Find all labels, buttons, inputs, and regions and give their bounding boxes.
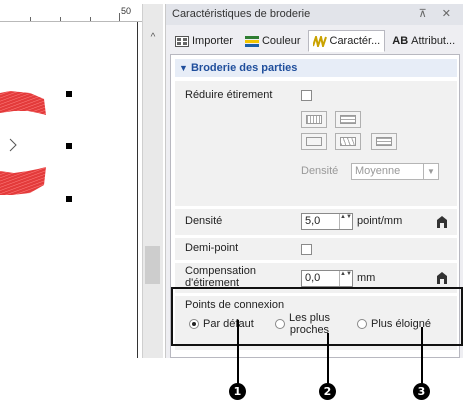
- section-header[interactable]: ▼ Broderie des parties: [175, 59, 457, 77]
- scroll-thumb[interactable]: [145, 246, 160, 284]
- panel-title-bar: Caractéristiques de broderie ⊼ ✕: [166, 4, 463, 25]
- compensation-label: Compensation d'étirement: [185, 265, 256, 289]
- callout-number-2: 2: [319, 383, 336, 400]
- import-icon: [175, 35, 189, 47]
- tab-importer[interactable]: Importer: [170, 30, 238, 52]
- callout-line: [237, 320, 239, 384]
- selection-handle[interactable]: [66, 143, 72, 149]
- tab-attributs[interactable]: AB Attribut...: [387, 30, 460, 52]
- attribute-icon: AB: [392, 35, 409, 47]
- callout-number-1: 1: [229, 383, 246, 400]
- callout-line: [421, 327, 423, 384]
- stretch-pattern-button-4[interactable]: [335, 133, 361, 150]
- pin-icon[interactable]: [437, 216, 447, 228]
- ruler-number: 50: [121, 6, 132, 16]
- density-select[interactable]: Moyenne ▼: [351, 163, 439, 180]
- tab-label: Caractér...: [329, 35, 381, 47]
- density-unit: point/mm: [357, 215, 403, 227]
- canvas-vertical-scrollbar[interactable]: ^: [142, 4, 163, 358]
- density-select-value: Moyenne: [355, 165, 401, 177]
- density-value: 5,0: [305, 215, 321, 227]
- reduce-stretch-checkbox[interactable]: [301, 90, 312, 101]
- tab-label: Importer: [192, 35, 233, 47]
- collapse-arrow-icon[interactable]: ▼: [179, 63, 188, 73]
- spin-arrows-icon[interactable]: ▲▼: [339, 271, 352, 286]
- connection-points-highlight: [171, 287, 463, 346]
- density-sub-label: Densité: [301, 165, 339, 177]
- compensation-spinbox[interactable]: 0,0 ▲▼: [301, 270, 353, 287]
- half-stitch-label: Demi-point: [185, 242, 239, 254]
- half-stitch-checkbox[interactable]: [301, 244, 312, 255]
- panel-tabs: Importer Couleur Caractér... AB Attribut…: [170, 30, 460, 52]
- stretch-pattern-button-5[interactable]: [371, 133, 397, 150]
- reduce-stretch-row: Réduire étirement Densité Moyenne ▼: [175, 81, 457, 206]
- scroll-up-arrow-icon[interactable]: ^: [143, 32, 163, 43]
- stretch-pattern-button-3[interactable]: [301, 133, 327, 150]
- panel-window-controls[interactable]: ⊼ ✕: [419, 4, 457, 25]
- tab-couleur[interactable]: Couleur: [240, 30, 306, 52]
- stretch-pattern-button-2[interactable]: [335, 111, 361, 128]
- panel-title: Caractéristiques de broderie: [172, 8, 311, 20]
- design-canvas[interactable]: 50 ^: [0, 0, 163, 358]
- callout-number-3: 3: [413, 383, 430, 400]
- density-spinbox[interactable]: 5,0 ▲▼: [301, 213, 353, 230]
- reduce-stretch-label: Réduire étirement: [185, 89, 273, 101]
- chevron-down-icon: ▼: [423, 164, 438, 179]
- color-icon: [244, 35, 259, 47]
- density-label: Densité: [185, 215, 223, 227]
- section-title: Broderie des parties: [190, 62, 298, 74]
- selection-handle[interactable]: [66, 196, 72, 202]
- density-row: Densité 5,0 ▲▼ point/mm: [175, 209, 457, 235]
- compensation-unit: mm: [357, 272, 376, 284]
- half-stitch-row: Demi-point: [175, 238, 457, 260]
- tab-label: Attribut...: [411, 35, 456, 47]
- compensation-value: 0,0: [305, 272, 321, 284]
- callout-line: [327, 333, 329, 384]
- selection-handle[interactable]: [66, 91, 72, 97]
- stretch-pattern-button-1[interactable]: [301, 111, 327, 128]
- pin-icon[interactable]: [437, 272, 447, 284]
- spin-arrows-icon[interactable]: ▲▼: [339, 214, 352, 229]
- tab-label: Couleur: [261, 35, 301, 47]
- horizontal-ruler: 50: [0, 4, 142, 22]
- tab-caracteristiques[interactable]: Caractér...: [307, 30, 386, 52]
- character-icon: [311, 32, 327, 50]
